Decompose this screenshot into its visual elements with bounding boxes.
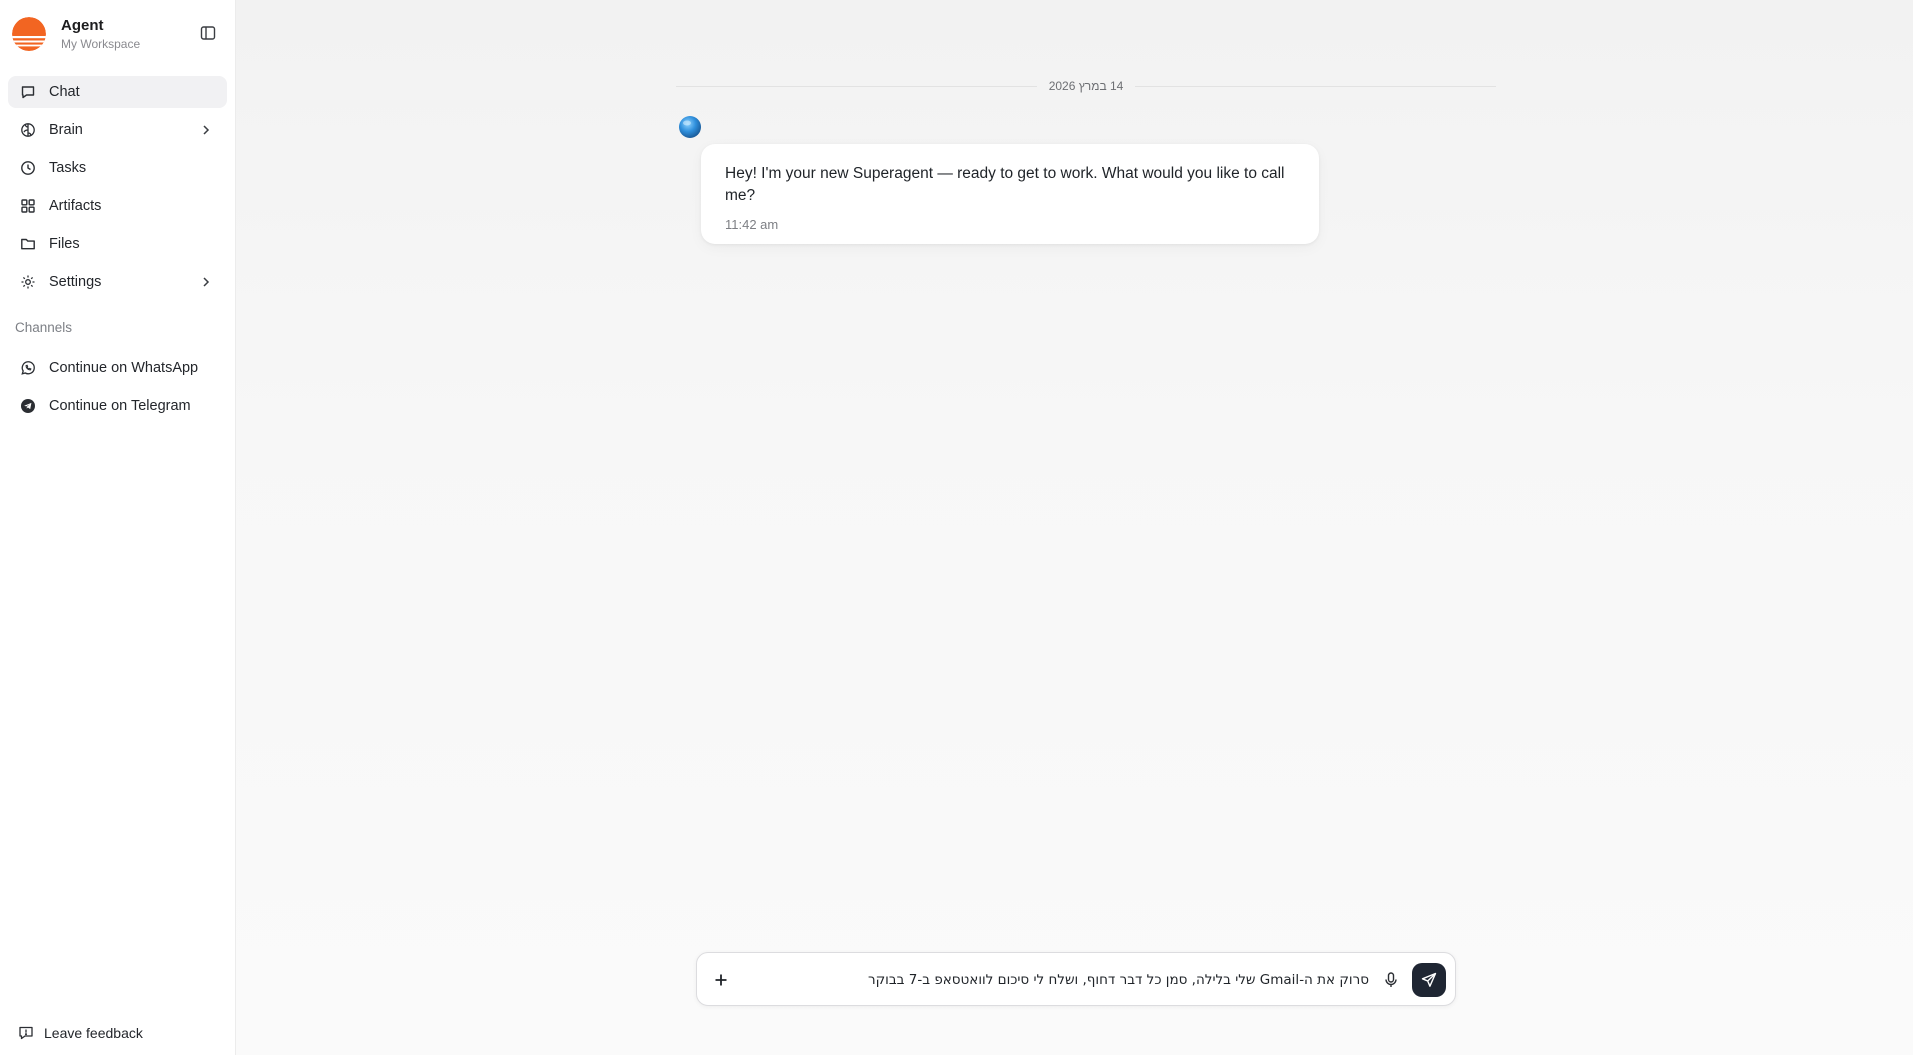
send-button[interactable] [1412, 963, 1446, 997]
agent-message: Hey! I'm your new Superagent — ready to … [701, 144, 1319, 244]
message-timestamp: 11:42 am [725, 217, 779, 232]
agent-avatar-icon [678, 115, 702, 139]
sidebar-item-files[interactable]: Files [8, 228, 227, 260]
sidebar-toggle-icon[interactable] [199, 24, 217, 42]
clock-icon [20, 160, 36, 176]
date-separator: 14 במרץ 2026 [676, 78, 1497, 94]
sidebar-item-label: Artifacts [49, 198, 102, 214]
chat-icon [20, 84, 36, 100]
feedback-icon [18, 1025, 34, 1041]
brain-icon [20, 122, 36, 138]
channels-list: Continue on WhatsApp Continue on Telegra… [0, 352, 235, 422]
workspace-name: My Workspace [61, 36, 141, 51]
sidebar-item-label: Brain [49, 122, 83, 138]
microphone-icon[interactable] [1382, 971, 1400, 989]
channels-heading: Channels [15, 320, 73, 335]
app-root: Agent My Workspace Chat Brain Tasks Arti… [0, 0, 1913, 1055]
sidebar-item-label: Settings [49, 274, 102, 290]
channel-label: Continue on Telegram [49, 398, 191, 414]
chevron-right-icon [199, 123, 213, 137]
whatsapp-icon [20, 360, 36, 376]
attach-plus-icon[interactable] [711, 970, 731, 990]
workspace-header[interactable]: Agent My Workspace [0, 0, 235, 68]
sidebar: Agent My Workspace Chat Brain Tasks Arti… [0, 0, 236, 1055]
sidebar-item-label: Chat [49, 84, 80, 100]
telegram-icon [20, 398, 36, 414]
divider [1135, 85, 1497, 87]
message-composer [696, 952, 1456, 1006]
sidebar-item-tasks[interactable]: Tasks [8, 152, 227, 184]
sidebar-item-label: Files [49, 236, 80, 252]
feedback-label: Leave feedback [44, 1025, 143, 1041]
send-icon [1421, 972, 1437, 987]
sidebar-item-artifacts[interactable]: Artifacts [8, 190, 227, 222]
app-name: Agent [61, 16, 104, 34]
channel-label: Continue on WhatsApp [49, 360, 199, 376]
channel-whatsapp[interactable]: Continue on WhatsApp [8, 352, 227, 384]
message-text: Hey! I'm your new Superagent — ready to … [725, 165, 1285, 204]
channel-telegram[interactable]: Continue on Telegram [8, 390, 227, 422]
sidebar-item-settings[interactable]: Settings [8, 266, 227, 298]
leave-feedback-button[interactable]: Leave feedback [18, 1025, 143, 1041]
app-logo-icon [12, 17, 46, 51]
date-label: 14 במרץ 2026 [1048, 79, 1124, 93]
workspace-info: Agent My Workspace [61, 17, 140, 51]
sidebar-item-chat[interactable]: Chat [8, 76, 227, 108]
message-input[interactable] [747, 968, 1369, 992]
folder-icon [20, 236, 36, 252]
chevron-right-icon [199, 275, 213, 289]
sidebar-nav: Chat Brain Tasks Artifacts Files Setting… [0, 76, 235, 298]
gear-icon [20, 274, 36, 290]
chat-area: 14 במרץ 2026 Hey! I'm your new Superagen… [236, 0, 1913, 1055]
divider [676, 85, 1037, 87]
sidebar-item-label: Tasks [49, 160, 87, 176]
sidebar-item-brain[interactable]: Brain [8, 114, 227, 146]
grid-icon [20, 198, 36, 214]
